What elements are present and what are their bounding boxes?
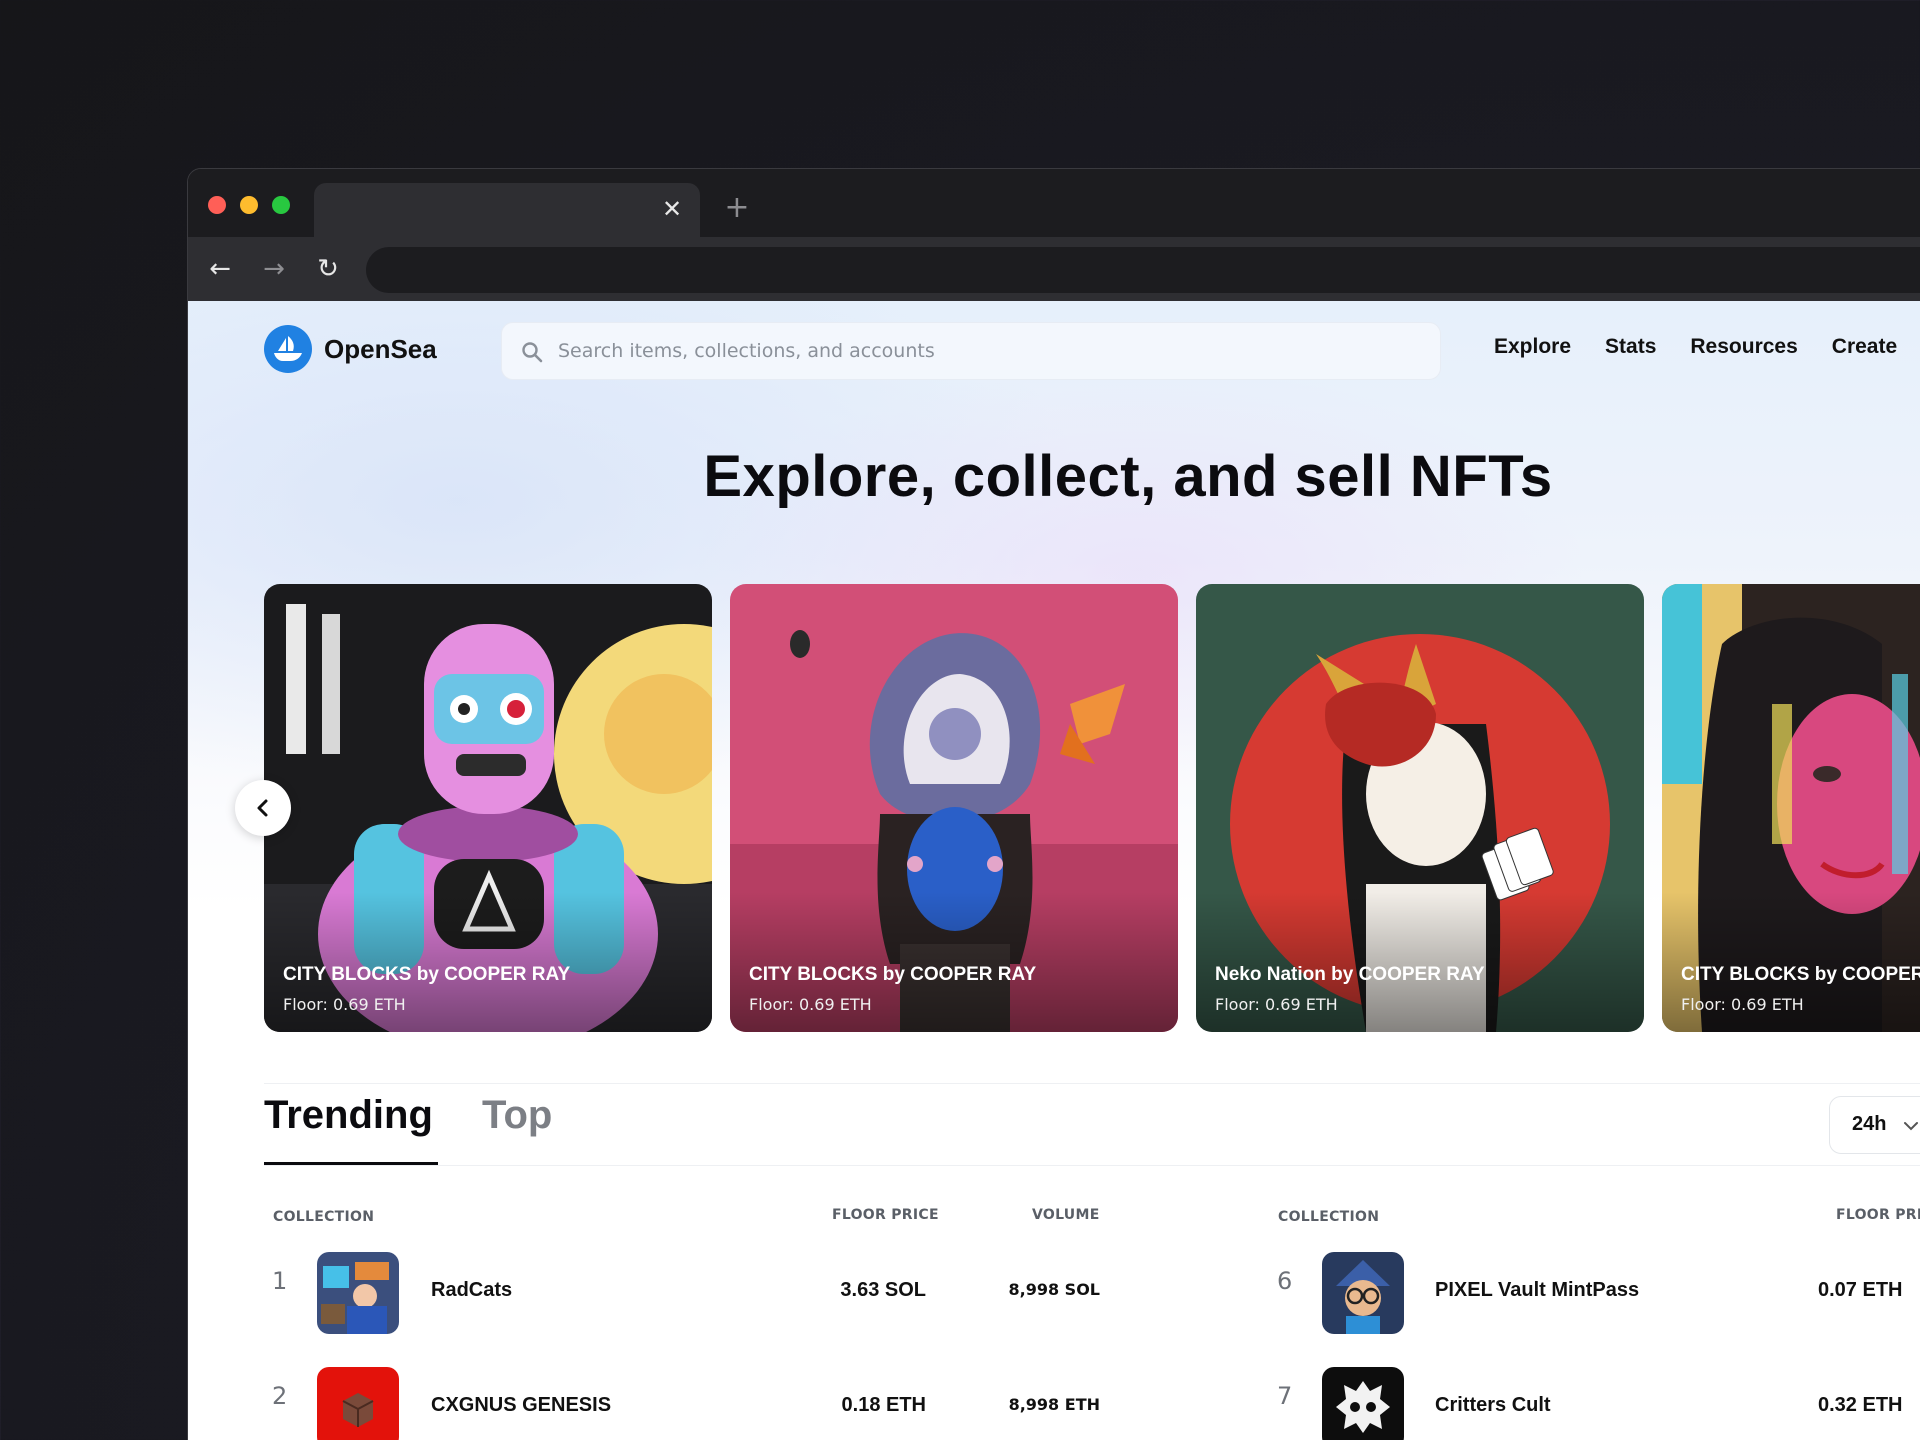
collection-thumbnail (317, 1252, 399, 1334)
floor-price: 0.18 ETH (841, 1394, 926, 1416)
floor-price: 0.07 ETH (1818, 1279, 1903, 1301)
chevron-left-icon (257, 799, 268, 817)
card-floor-price: Floor: 0.69 ETH (1681, 995, 1804, 1014)
logo-text: OpenSea (324, 333, 437, 364)
tab-close-icon[interactable]: ✕ (658, 195, 686, 223)
tab-trending[interactable]: Trending (264, 1093, 433, 1138)
new-tab-button[interactable]: + (722, 191, 752, 225)
search-icon (522, 342, 543, 363)
close-window-button[interactable] (208, 196, 226, 214)
collection-card[interactable]: CITY BLOCKS by COOPER RAY Floor: 0.69 ET… (1662, 584, 1920, 1032)
search-input[interactable] (558, 323, 1418, 379)
browser-window: ✕ + ← → ↻ OpenSea Search items, collecti… (187, 168, 1920, 1440)
main-nav: Explore Stats Resources Create (1494, 335, 1897, 359)
collection-card[interactable]: Neko Nation by COOPER RAY Floor: 0.69 ET… (1196, 584, 1644, 1032)
card-title: CITY BLOCKS by COOPER RAY (1681, 964, 1920, 985)
row-rank: 1 (272, 1267, 288, 1295)
collection-thumbnail (1322, 1367, 1404, 1440)
card-title: CITY BLOCKS by COOPER RAY (749, 964, 1037, 985)
time-range-dropdown[interactable]: 24h (1829, 1096, 1920, 1154)
browser-toolbar: ← → ↻ (188, 237, 1920, 301)
collection-thumbnail (317, 1367, 399, 1440)
card-floor-price: Floor: 0.69 ETH (283, 995, 406, 1014)
minimize-window-button[interactable] (240, 196, 258, 214)
column-header-collection: COLLECTION (1278, 1209, 1380, 1225)
row-rank: 7 (1277, 1382, 1293, 1410)
collection-thumbnail (1322, 1252, 1404, 1334)
column-header-floor-price: FLOOR PRICE (1836, 1207, 1920, 1223)
opensea-boat-icon (264, 325, 312, 373)
time-range-label: 24h (1852, 1113, 1887, 1135)
forward-arrow-icon[interactable]: → (256, 251, 292, 287)
reload-icon[interactable]: ↻ (310, 251, 346, 287)
collection-name: RadCats (431, 1279, 513, 1301)
volume: 8,998 SOL (1008, 1280, 1101, 1299)
floor-price: 0.32 ETH (1818, 1394, 1903, 1416)
row-rank: 2 (272, 1382, 288, 1410)
hero-title: Explore, collect, and sell NFTs (703, 444, 1553, 509)
card-floor-price: Floor: 0.69 ETH (1215, 995, 1338, 1014)
column-header-floor-price: FLOOR PRICE (832, 1207, 939, 1223)
chevron-down-icon (1904, 1122, 1918, 1131)
tab-top[interactable]: Top (482, 1093, 552, 1138)
column-header-volume: VOLUME (1032, 1207, 1100, 1223)
collection-card[interactable]: CITY BLOCKS by COOPER RAY Floor: 0.69 ET… (730, 584, 1178, 1032)
search-bar[interactable] (501, 322, 1441, 380)
card-title: Neko Nation by COOPER RAY (1215, 964, 1485, 985)
card-title: CITY BLOCKS by COOPER RAY (283, 964, 571, 985)
maximize-window-button[interactable] (272, 196, 290, 214)
collection-card[interactable]: CITY BLOCKS by COOPER RAY Floor: 0.69 ET… (264, 584, 712, 1032)
back-arrow-icon[interactable]: ← (202, 251, 238, 287)
browser-titlebar: ✕ + (188, 169, 1920, 237)
volume: 8,998 ETH (1008, 1395, 1100, 1414)
collection-name: Critters Cult (1435, 1394, 1551, 1416)
nav-create[interactable]: Create (1832, 335, 1897, 359)
opensea-logo[interactable]: OpenSea (264, 325, 437, 373)
collection-name: CXGNUS GENESIS (431, 1394, 612, 1416)
nav-stats[interactable]: Stats (1605, 335, 1656, 359)
column-header-collection: COLLECTION (273, 1209, 375, 1225)
card-floor-price: Floor: 0.69 ETH (749, 995, 872, 1014)
nav-resources[interactable]: Resources (1690, 335, 1797, 359)
collection-name: PIXEL Vault MintPass (1435, 1279, 1640, 1301)
address-bar[interactable] (366, 247, 1920, 293)
row-rank: 6 (1277, 1267, 1293, 1295)
nav-explore[interactable]: Explore (1494, 335, 1571, 359)
browser-tab[interactable]: ✕ (314, 183, 700, 237)
carousel-prev-button[interactable] (235, 780, 291, 836)
floor-price: 3.63 SOL (840, 1279, 926, 1301)
opensea-page: OpenSea Explore Stats Resources Create E… (188, 301, 1920, 1440)
